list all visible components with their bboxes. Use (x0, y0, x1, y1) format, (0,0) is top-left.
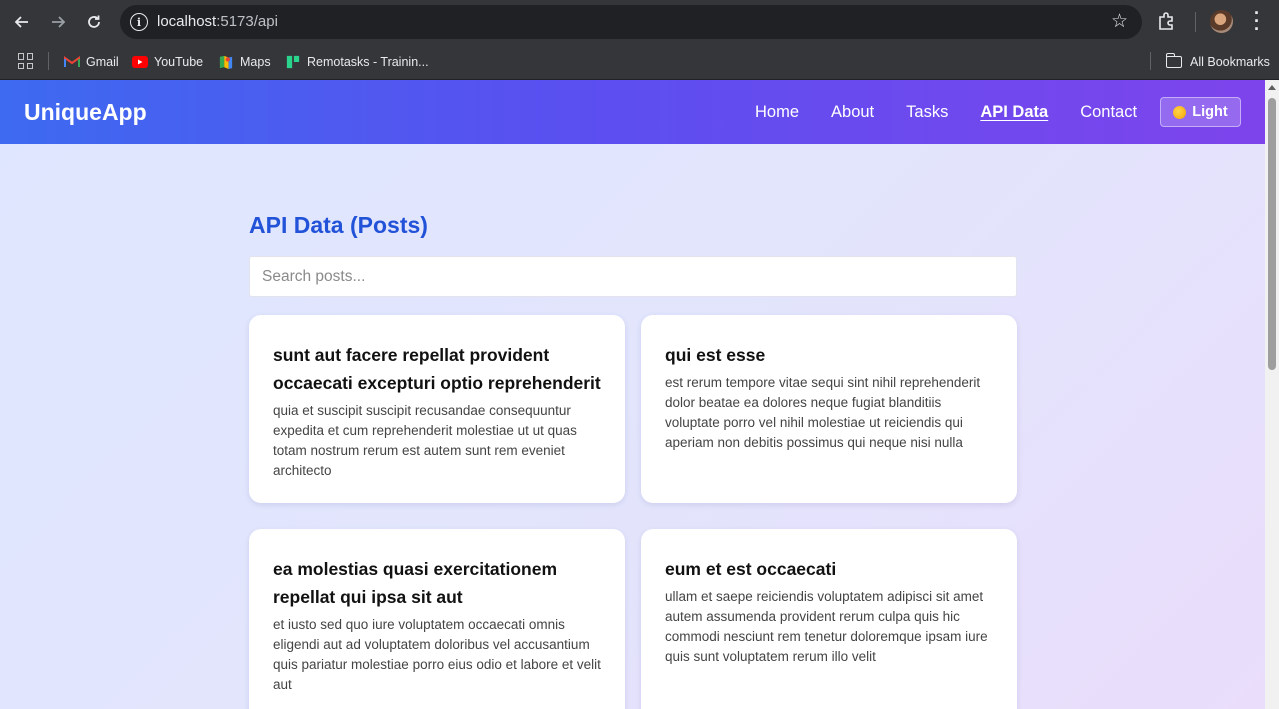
all-bookmarks-button[interactable]: All Bookmarks (1165, 51, 1270, 73)
bookmarks-divider-right (1150, 52, 1151, 70)
post-body: et iusto sed quo iure voluptatem occaeca… (273, 617, 601, 692)
scrollbar-thumb[interactable] (1268, 98, 1276, 370)
nav-link-api-data[interactable]: API Data (980, 103, 1048, 122)
post-body: est rerum tempore vitae sequi sint nihil… (665, 375, 981, 450)
post-card: qui est esse est rerum tempore vitae seq… (641, 315, 1017, 503)
toolbar-divider (1195, 12, 1196, 32)
nav-links: Home About Tasks API Data Contact (755, 103, 1169, 122)
page-title: API Data (Posts) (249, 212, 428, 238)
youtube-icon (132, 56, 148, 68)
profile-avatar[interactable] (1210, 10, 1233, 33)
post-body: ullam et saepe reiciendis voluptatem adi… (665, 589, 988, 664)
post-title: sunt aut facere repellat provident occae… (273, 345, 601, 393)
nav-link-contact[interactable]: Contact (1080, 103, 1137, 122)
bookmark-remotasks[interactable]: Remotasks - Trainin... (285, 51, 429, 73)
nav-link-home[interactable]: Home (755, 103, 799, 122)
folder-icon (1165, 53, 1182, 68)
back-arrow-icon[interactable] (8, 8, 36, 36)
post-card: ea molestias quasi exercitationem repell… (249, 529, 625, 709)
bookmarks-divider (48, 52, 49, 70)
bookmark-maps[interactable]: Maps (218, 51, 271, 73)
nav-link-about[interactable]: About (831, 103, 874, 122)
page-viewport: UniqueApp Home About Tasks API Data Cont… (0, 80, 1265, 709)
scroll-up-arrow-icon[interactable] (1268, 85, 1276, 90)
app-navbar: UniqueApp Home About Tasks API Data Cont… (0, 80, 1265, 144)
post-title: eum et est occaecati (665, 559, 837, 579)
nav-link-tasks[interactable]: Tasks (906, 103, 948, 122)
bookmark-star-icon[interactable]: ☆ (1111, 10, 1128, 33)
theme-toggle-button[interactable]: Light (1160, 97, 1241, 127)
forward-arrow-icon[interactable] (44, 8, 72, 36)
remotasks-icon (286, 55, 300, 69)
post-card: sunt aut facere repellat provident occae… (249, 315, 625, 503)
post-title: qui est esse (665, 345, 766, 365)
brand-logo[interactable]: UniqueApp (24, 99, 147, 126)
address-bar[interactable]: i localhost:5173/api ☆ (120, 5, 1142, 39)
gmail-icon (64, 56, 80, 67)
extensions-icon[interactable] (1156, 10, 1178, 32)
page-scrollbar[interactable] (1265, 80, 1279, 709)
post-card: eum et est occaecati ullam et saepe reic… (641, 529, 1017, 709)
bookmarks-bar: Gmail YouTube Maps Remotasks - Trainin..… (0, 44, 1279, 80)
browser-menu-icon[interactable]: · · · (1250, 4, 1264, 38)
post-title: ea molestias quasi exercitationem repell… (273, 559, 558, 607)
url-text[interactable]: localhost:5173/api (157, 13, 278, 30)
search-input[interactable] (249, 256, 1017, 297)
sun-icon (1173, 105, 1187, 119)
browser-toolbar: i localhost:5173/api ☆ · · · (0, 0, 1279, 44)
site-info-icon[interactable]: i (130, 13, 148, 31)
bookmark-gmail[interactable]: Gmail (64, 51, 119, 73)
reload-icon[interactable] (80, 8, 108, 36)
apps-grid-icon[interactable] (18, 53, 34, 69)
bookmark-youtube[interactable]: YouTube (132, 51, 203, 73)
post-body: quia et suscipit suscipit recusandae con… (273, 403, 577, 478)
maps-icon (219, 55, 233, 69)
